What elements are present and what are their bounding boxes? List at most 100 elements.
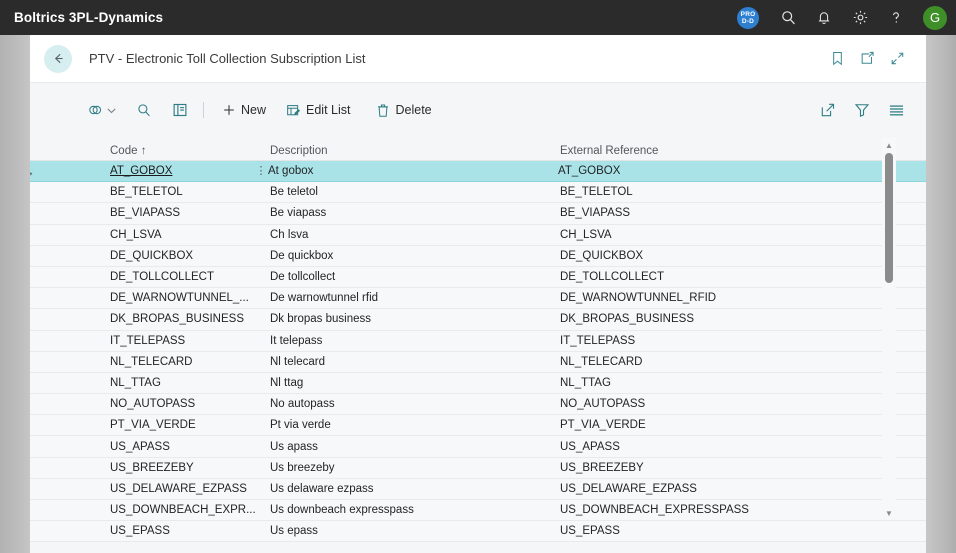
collapse-icon[interactable] xyxy=(884,46,910,72)
cell-external-reference[interactable]: DE_TOLLCOLLECT xyxy=(560,271,850,283)
table-row[interactable]: BE_TELETOL Be teletol BE_TELETOL xyxy=(30,182,926,204)
table-row[interactable]: PT_VIA_VERDE Pt via verde PT_VIA_VERDE xyxy=(30,415,926,437)
grid-vertical-scrollbar[interactable]: ▲ ▼ xyxy=(882,138,896,520)
cell-description[interactable]: De quickbox xyxy=(270,250,560,262)
cell-external-reference[interactable]: DK_BROPAS_BUSINESS xyxy=(560,313,850,325)
cell-code[interactable]: BE_VIAPASS xyxy=(110,207,270,219)
table-row[interactable]: IT_TELEPASS It telepass IT_TELEPASS xyxy=(30,331,926,352)
cell-code[interactable]: NL_TELECARD xyxy=(110,356,270,368)
settings-gear-icon[interactable] xyxy=(843,0,877,35)
table-row[interactable]: DE_TOLLCOLLECT De tollcollect DE_TOLLCOLLE… xyxy=(30,267,926,289)
cell-external-reference[interactable]: NL_TTAG xyxy=(560,377,850,389)
cell-code[interactable]: AT_GOBOX xyxy=(110,165,270,177)
back-button[interactable] xyxy=(44,44,72,73)
scroll-up-arrow-icon[interactable]: ▲ xyxy=(882,138,896,152)
cell-external-reference[interactable]: NO_AUTOPASS xyxy=(560,398,850,410)
cell-external-reference[interactable]: DE_QUICKBOX xyxy=(560,250,850,262)
cell-external-reference[interactable]: DE_WARNOWTUNNEL_RFID xyxy=(560,292,850,304)
cell-external-reference[interactable]: BE_TELETOL xyxy=(560,186,850,198)
cell-code[interactable]: DE_WARNOWTUNNEL_... xyxy=(110,292,270,304)
cell-description[interactable]: Nl ttag xyxy=(270,377,560,389)
table-row[interactable]: NO_AUTOPASS No autopass NO_AUTOPASS xyxy=(30,394,926,416)
table-row[interactable]: US_BREEZEBY Us breezeby US_BREEZEBY xyxy=(30,458,926,479)
cell-code[interactable]: DE_TOLLCOLLECT xyxy=(110,271,270,283)
cell-description[interactable]: Us downbeach expresspass xyxy=(270,504,560,516)
cell-external-reference[interactable]: US_APASS xyxy=(560,441,850,453)
cell-external-reference[interactable]: AT_GOBOX xyxy=(558,165,848,177)
column-header-code[interactable]: Code ↑ xyxy=(110,145,270,160)
cell-external-reference[interactable]: CH_LSVA xyxy=(560,229,850,241)
notification-bell-icon[interactable] xyxy=(807,0,841,35)
filter-icon[interactable] xyxy=(850,98,874,122)
cell-code[interactable]: BE_TELETOL xyxy=(110,186,270,198)
cell-code[interactable]: US_BREEZEBY xyxy=(110,462,270,474)
cell-code[interactable]: US_DELAWARE_EZPASS xyxy=(110,483,270,495)
edit-list-button[interactable]: Edit List xyxy=(279,98,357,122)
cell-description[interactable]: Nl telecard xyxy=(270,356,560,368)
cell-description[interactable]: Be viapass xyxy=(270,207,560,219)
table-row[interactable]: DE_WARNOWTUNNEL_... De warnowtunnel rfid D… xyxy=(30,288,926,310)
cell-code[interactable]: DK_BROPAS_BUSINESS xyxy=(110,313,270,325)
table-row[interactable]: CH_LSVA Ch lsva CH_LSVA xyxy=(30,225,926,246)
column-header-description[interactable]: Description xyxy=(270,145,560,160)
cell-external-reference[interactable]: US_EPASS xyxy=(560,525,850,537)
bookmark-icon[interactable] xyxy=(824,46,850,72)
cell-description[interactable]: Be teletol xyxy=(270,186,560,198)
cell-code[interactable]: DE_QUICKBOX xyxy=(110,250,270,262)
cell-description[interactable]: Us breezeby xyxy=(270,462,560,474)
cell-code[interactable]: US_APASS xyxy=(110,441,270,453)
table-row[interactable]: US_APASS Us apass US_APASS xyxy=(30,436,926,458)
scrollbar-thumb[interactable] xyxy=(885,153,893,283)
table-row[interactable]: NL_TELECARD Nl telecard NL_TELECARD xyxy=(30,352,926,373)
cell-code-link[interactable]: AT_GOBOX xyxy=(110,165,172,177)
cell-external-reference[interactable]: IT_TELEPASS xyxy=(560,335,850,347)
table-row[interactable]: US_DOWNBEACH_EXPR... Us downbeach express… xyxy=(30,500,926,522)
scrollbar-track[interactable] xyxy=(882,152,896,506)
table-row[interactable]: DK_BROPAS_BUSINESS Dk bropas business DK_B… xyxy=(30,309,926,331)
new-button[interactable]: New xyxy=(215,98,273,122)
cell-description[interactable]: De tollcollect xyxy=(270,271,560,283)
cell-external-reference[interactable]: US_BREEZEBY xyxy=(560,462,850,474)
cell-code[interactable]: NO_AUTOPASS xyxy=(110,398,270,410)
open-in-new-window-icon[interactable] xyxy=(854,46,880,72)
cell-external-reference[interactable]: PT_VIA_VERDE xyxy=(560,419,850,431)
open-in-excel-icon[interactable] xyxy=(816,98,840,122)
cell-external-reference[interactable]: US_DELAWARE_EZPASS xyxy=(560,483,850,495)
environment-badge[interactable]: PRO D-D xyxy=(737,6,759,29)
cell-description[interactable]: Dk bropas business xyxy=(270,313,560,325)
cell-description[interactable]: Pt via verde xyxy=(270,419,560,431)
cell-description[interactable]: At gobox xyxy=(268,165,558,177)
cell-external-reference[interactable]: NL_TELECARD xyxy=(560,356,850,368)
analysis-mode-button[interactable] xyxy=(84,98,120,122)
search-records-icon[interactable] xyxy=(132,98,156,122)
help-question-icon[interactable] xyxy=(879,0,913,35)
cell-description[interactable]: Us apass xyxy=(270,441,560,453)
cell-code[interactable]: PT_VIA_VERDE xyxy=(110,419,270,431)
cell-description[interactable]: It telepass xyxy=(270,335,560,347)
row-actions-kebab-icon[interactable]: ⋮ xyxy=(254,166,268,177)
table-row[interactable]: US_DELAWARE_EZPASS Us delaware ezpass US_D… xyxy=(30,479,926,500)
table-row[interactable]: NL_TTAG Nl ttag NL_TTAG xyxy=(30,373,926,395)
table-row[interactable]: →AT_GOBOX⋮At goboxAT_GOBOX xyxy=(30,161,926,183)
cell-description[interactable]: Ch lsva xyxy=(270,229,560,241)
cell-code[interactable]: CH_LSVA xyxy=(110,229,270,241)
table-row[interactable]: DE_QUICKBOX De quickbox DE_QUICKBOX xyxy=(30,246,926,267)
cell-description[interactable]: Us epass xyxy=(270,525,560,537)
user-avatar[interactable]: G xyxy=(923,5,947,30)
cell-code[interactable]: NL_TTAG xyxy=(110,377,270,389)
cell-code[interactable]: IT_TELEPASS xyxy=(110,335,270,347)
cell-code[interactable]: US_DOWNBEACH_EXPR... xyxy=(110,504,270,516)
cell-external-reference[interactable]: BE_VIAPASS xyxy=(560,207,850,219)
cell-description[interactable]: Us delaware ezpass xyxy=(270,483,560,495)
scroll-down-arrow-icon[interactable]: ▼ xyxy=(882,506,896,520)
cell-code[interactable]: US_EPASS xyxy=(110,525,270,537)
search-icon[interactable] xyxy=(771,0,805,35)
cell-description[interactable]: No autopass xyxy=(270,398,560,410)
list-options-icon[interactable] xyxy=(884,98,908,122)
column-header-external-reference[interactable]: External Reference xyxy=(560,145,850,160)
table-row[interactable]: US_EPASS Us epass US_EPASS xyxy=(30,521,926,542)
delete-button[interactable]: Delete xyxy=(369,98,438,122)
table-row[interactable]: BE_VIAPASS Be viapass BE_VIAPASS xyxy=(30,203,926,225)
open-in-card-icon[interactable] xyxy=(168,98,192,122)
cell-external-reference[interactable]: US_DOWNBEACH_EXPRESSPASS xyxy=(560,504,850,516)
